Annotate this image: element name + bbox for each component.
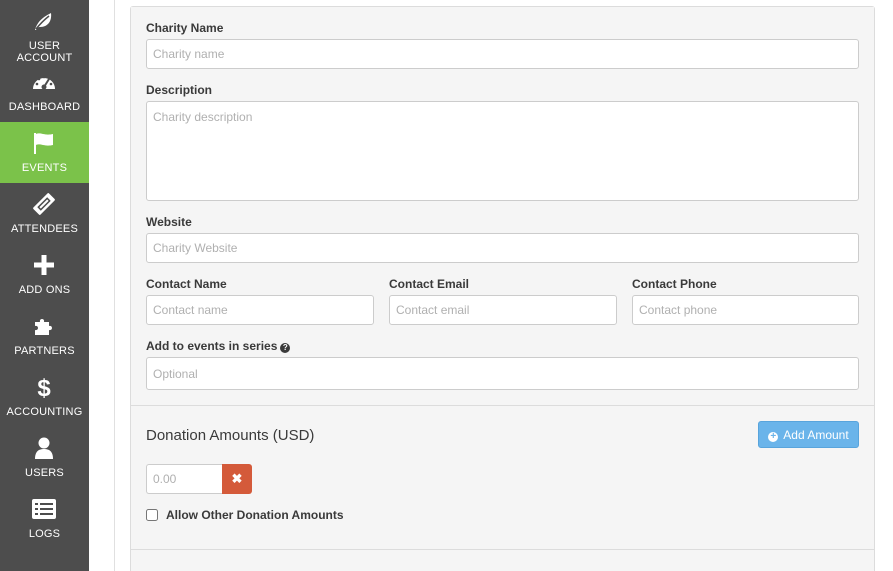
website-label: Website [146, 215, 192, 229]
sidebar-item-attendees[interactable]: ATTENDEES [0, 183, 89, 244]
svg-text:$: $ [37, 375, 51, 399]
sidebar-item-label: ADD ONS [18, 284, 71, 296]
sidebar-item-partners[interactable]: PARTNERS [0, 305, 89, 366]
contact-name-input[interactable] [146, 295, 374, 325]
section-divider [131, 405, 874, 406]
question-circle-icon[interactable]: ? [280, 343, 291, 353]
contact-name-label: Contact Name [146, 277, 227, 291]
sidebar-item-add-ons[interactable]: ADD ONS [0, 244, 89, 305]
close-icon: ✖ [231, 471, 243, 486]
charity-form-panel: Charity Name Description Website Contact… [130, 6, 875, 571]
website-input[interactable] [146, 233, 859, 263]
sidebar-item-user-account[interactable]: USER ACCOUNT [0, 0, 89, 64]
sidebar-item-accounting[interactable]: $ ACCOUNTING [0, 366, 89, 427]
user-icon [31, 436, 57, 460]
list-icon [31, 497, 57, 521]
plus-icon [31, 253, 57, 277]
sidebar-item-label: LOGS [28, 528, 61, 540]
charity-name-label: Charity Name [146, 21, 224, 35]
plus-circle-icon: + [768, 431, 779, 442]
add-amount-button[interactable]: + Add Amount [758, 421, 859, 448]
sidebar-item-logs[interactable]: LOGS [0, 488, 89, 549]
sidebar-item-label: ACCOUNTING [6, 406, 83, 418]
series-label: Add to events in series [146, 339, 278, 353]
contact-email-label: Contact Email [389, 277, 470, 291]
description-textarea[interactable] [146, 101, 859, 201]
sidebar-nav: USER ACCOUNT DASHBOARD EVENTS ATTENDEES … [0, 0, 89, 571]
allow-other-donations-label[interactable]: Allow Other Donation Amounts [166, 508, 344, 522]
section-divider [131, 549, 874, 550]
content-border [114, 0, 115, 571]
charity-name-input[interactable] [146, 39, 859, 69]
add-amount-label: Add Amount [783, 427, 849, 442]
sidebar-item-events[interactable]: EVENTS [0, 122, 89, 183]
dollar-icon: $ [31, 375, 57, 399]
series-input[interactable] [146, 357, 859, 390]
sidebar-item-dashboard[interactable]: DASHBOARD [0, 61, 89, 122]
contact-phone-input[interactable] [632, 295, 859, 325]
leaf-icon [31, 9, 57, 33]
contact-email-input[interactable] [389, 295, 617, 325]
ticket-icon [31, 192, 57, 216]
description-label: Description [146, 83, 213, 97]
sidebar-item-label: PARTNERS [14, 345, 75, 357]
allow-other-donations-checkbox[interactable] [146, 509, 158, 521]
puzzle-icon [31, 314, 57, 338]
sidebar-item-label: USERS [25, 467, 64, 479]
sidebar-item-label: EVENTS [21, 162, 68, 174]
sidebar-item-label: ATTENDEES [11, 223, 78, 235]
flag-icon [31, 131, 57, 155]
contact-phone-label: Contact Phone [632, 277, 717, 291]
donation-amounts-title: Donation Amounts (USD) [146, 427, 315, 444]
dashboard-icon [31, 70, 57, 94]
remove-amount-button[interactable]: ✖ [222, 464, 252, 494]
series-label-row: Add to events in series? [146, 339, 291, 353]
donation-amount-input[interactable] [146, 464, 223, 494]
sidebar-item-label: DASHBOARD [8, 101, 81, 113]
sidebar-item-users[interactable]: USERS [0, 427, 89, 488]
main-content: Charity Name Description Website Contact… [89, 0, 893, 571]
